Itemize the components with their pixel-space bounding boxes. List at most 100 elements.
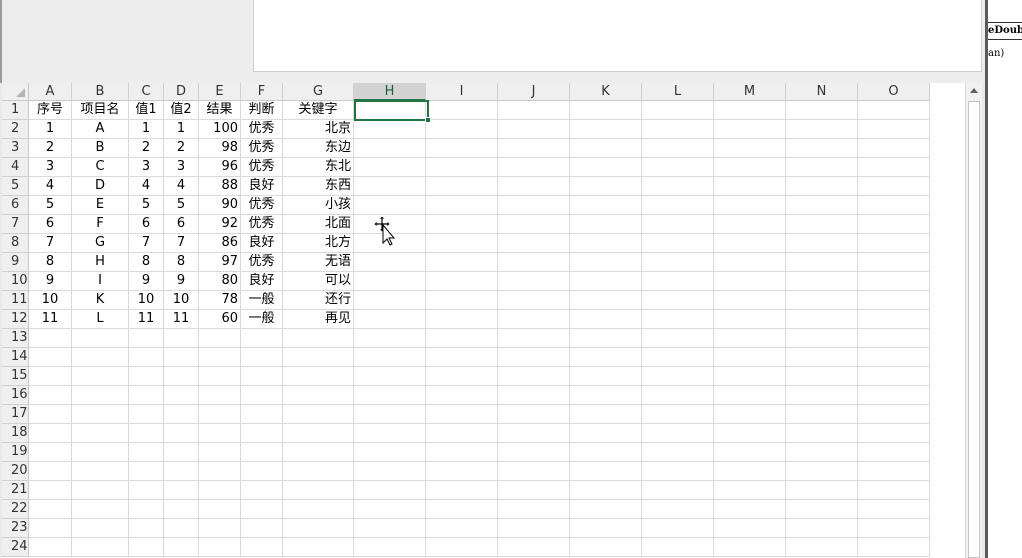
cell-n4[interactable]: [786, 158, 858, 177]
cell-m3[interactable]: [714, 139, 786, 158]
cell-l4[interactable]: [642, 158, 714, 177]
cell-c24[interactable]: [129, 538, 164, 557]
cell-i21[interactable]: [426, 481, 498, 500]
cell-n10[interactable]: [786, 272, 858, 291]
cell-j12[interactable]: [498, 310, 570, 329]
row-header-24[interactable]: 24: [2, 538, 29, 557]
cell-l16[interactable]: [642, 386, 714, 405]
cell-b18[interactable]: [72, 424, 129, 443]
cell-i2[interactable]: [426, 120, 498, 139]
column-header-j[interactable]: J: [498, 83, 570, 101]
cell-l18[interactable]: [642, 424, 714, 443]
cell-d4[interactable]: 3: [164, 158, 199, 177]
cell-a5[interactable]: 4: [29, 177, 72, 196]
cell-o23[interactable]: [858, 519, 930, 538]
cell-i20[interactable]: [426, 462, 498, 481]
cell-m5[interactable]: [714, 177, 786, 196]
cell-n3[interactable]: [786, 139, 858, 158]
cell-f17[interactable]: [241, 405, 283, 424]
cell-m6[interactable]: [714, 196, 786, 215]
cell-g8[interactable]: 北方: [283, 234, 354, 253]
cell-h20[interactable]: [354, 462, 426, 481]
cell-d9[interactable]: 8: [164, 253, 199, 272]
cell-o19[interactable]: [858, 443, 930, 462]
cell-n8[interactable]: [786, 234, 858, 253]
cell-b5[interactable]: D: [72, 177, 129, 196]
cell-l23[interactable]: [642, 519, 714, 538]
cell-f23[interactable]: [241, 519, 283, 538]
cell-k15[interactable]: [570, 367, 642, 386]
cell-a1[interactable]: 序号: [29, 101, 72, 120]
cell-a21[interactable]: [29, 481, 72, 500]
cell-e2[interactable]: 100: [199, 120, 241, 139]
cell-g16[interactable]: [283, 386, 354, 405]
cell-g9[interactable]: 无语: [283, 253, 354, 272]
cell-j19[interactable]: [498, 443, 570, 462]
cell-b20[interactable]: [72, 462, 129, 481]
cell-d21[interactable]: [164, 481, 199, 500]
cell-k4[interactable]: [570, 158, 642, 177]
cell-i11[interactable]: [426, 291, 498, 310]
cell-i24[interactable]: [426, 538, 498, 557]
cell-o14[interactable]: [858, 348, 930, 367]
cell-h15[interactable]: [354, 367, 426, 386]
cell-n6[interactable]: [786, 196, 858, 215]
embedded-editor-panel[interactable]: [253, 0, 982, 72]
cell-k9[interactable]: [570, 253, 642, 272]
cell-l20[interactable]: [642, 462, 714, 481]
cell-i14[interactable]: [426, 348, 498, 367]
cell-d5[interactable]: 4: [164, 177, 199, 196]
column-header-f[interactable]: F: [241, 83, 283, 101]
cell-g20[interactable]: [283, 462, 354, 481]
cell-a19[interactable]: [29, 443, 72, 462]
cell-m23[interactable]: [714, 519, 786, 538]
cell-a24[interactable]: [29, 538, 72, 557]
cell-d13[interactable]: [164, 329, 199, 348]
cell-j14[interactable]: [498, 348, 570, 367]
cell-n15[interactable]: [786, 367, 858, 386]
cell-g18[interactable]: [283, 424, 354, 443]
cell-m10[interactable]: [714, 272, 786, 291]
cell-l17[interactable]: [642, 405, 714, 424]
cell-n16[interactable]: [786, 386, 858, 405]
cell-k12[interactable]: [570, 310, 642, 329]
row-header-13[interactable]: 13: [2, 329, 29, 348]
cell-h2[interactable]: [354, 120, 426, 139]
scrollbar-thumb[interactable]: [968, 101, 980, 558]
cell-j6[interactable]: [498, 196, 570, 215]
row-header-23[interactable]: 23: [2, 519, 29, 538]
cell-h23[interactable]: [354, 519, 426, 538]
cell-a8[interactable]: 7: [29, 234, 72, 253]
row-header-3[interactable]: 3: [2, 139, 29, 158]
cell-a15[interactable]: [29, 367, 72, 386]
cell-n19[interactable]: [786, 443, 858, 462]
cell-l2[interactable]: [642, 120, 714, 139]
cell-m18[interactable]: [714, 424, 786, 443]
cell-m2[interactable]: [714, 120, 786, 139]
cell-c4[interactable]: 3: [129, 158, 164, 177]
cell-f3[interactable]: 优秀: [241, 139, 283, 158]
column-header-g[interactable]: G: [283, 83, 354, 101]
row-header-7[interactable]: 7: [2, 215, 29, 234]
cell-i8[interactable]: [426, 234, 498, 253]
cell-m9[interactable]: [714, 253, 786, 272]
cell-c7[interactable]: 6: [129, 215, 164, 234]
cell-i12[interactable]: [426, 310, 498, 329]
cell-f7[interactable]: 优秀: [241, 215, 283, 234]
cell-e9[interactable]: 97: [199, 253, 241, 272]
cell-a13[interactable]: [29, 329, 72, 348]
cell-l11[interactable]: [642, 291, 714, 310]
cell-f13[interactable]: [241, 329, 283, 348]
cell-c20[interactable]: [129, 462, 164, 481]
cell-a10[interactable]: 9: [29, 272, 72, 291]
cell-d10[interactable]: 9: [164, 272, 199, 291]
cell-h6[interactable]: [354, 196, 426, 215]
cell-h3[interactable]: [354, 139, 426, 158]
cell-m21[interactable]: [714, 481, 786, 500]
cell-f15[interactable]: [241, 367, 283, 386]
cell-l1[interactable]: [642, 101, 714, 120]
cell-b3[interactable]: B: [72, 139, 129, 158]
cell-f18[interactable]: [241, 424, 283, 443]
cell-m1[interactable]: [714, 101, 786, 120]
cell-i7[interactable]: [426, 215, 498, 234]
